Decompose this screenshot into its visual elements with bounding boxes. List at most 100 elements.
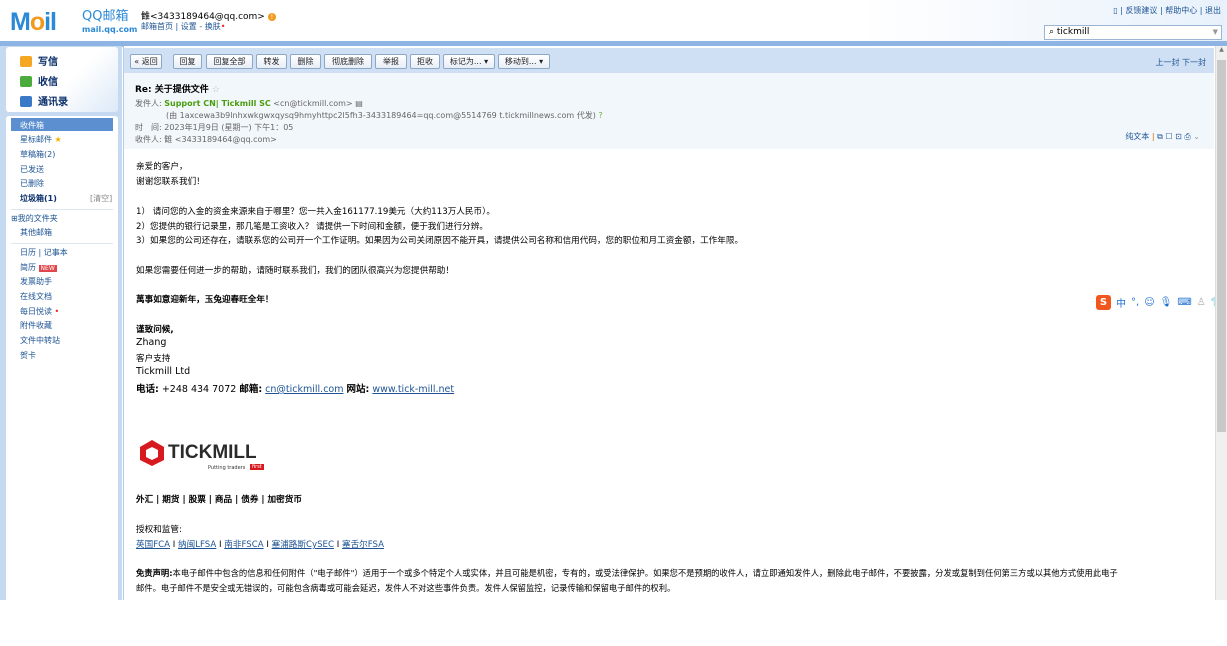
signature-contacts: 电话: +248 434 7072 邮箱: cn@tickmill.com 网站… xyxy=(136,384,455,395)
folder-list: 收件箱 星标邮件 ★ 草稿箱(2) 已发送 已删除 垃圾箱(1) [清空] ⊞我… xyxy=(6,116,118,646)
folder-sent[interactable]: 已发送 xyxy=(20,164,44,175)
more-icon[interactable]: ⌄ xyxy=(1193,132,1200,141)
app-daily-read[interactable]: 每日悦读 • xyxy=(20,306,59,317)
website-link[interactable]: www.tick-mill.net xyxy=(372,384,454,395)
mail-nav: 上一封 下一封 xyxy=(1155,57,1206,68)
notes-link[interactable]: 记事本 xyxy=(44,248,68,257)
signature-role: 客户支持 xyxy=(136,354,171,364)
logout-link[interactable]: 退出 xyxy=(1205,6,1221,15)
app-file-transfer[interactable]: 文件中转站 xyxy=(20,335,60,346)
folder-starred[interactable]: 星标邮件 ★ xyxy=(20,134,62,145)
folder-spam[interactable]: 垃圾箱(1) xyxy=(20,193,57,204)
move-to-dropdown[interactable]: 移动到... ▾ xyxy=(498,54,550,69)
chevron-down-icon[interactable]: ▼ xyxy=(1213,28,1218,36)
regulator-link[interactable]: 南非FSCA xyxy=(224,540,263,550)
contact-card-icon[interactable]: ▤ xyxy=(355,99,363,108)
folder-inbox[interactable]: 收件箱 xyxy=(11,118,113,131)
new-badge: NEW xyxy=(38,265,57,272)
disclaimer-line: 免责声明:本电子邮件中包含的信息和任何附件（"电子邮件"）适用于一个或多个特定个… xyxy=(136,568,1118,578)
mail-home-link[interactable]: 邮箱首页 xyxy=(141,22,173,31)
body-line: 2）您提供的银行记录里，那几笔是工资收入？ 请提供一下时间和金额，便于我们进行分… xyxy=(136,222,488,232)
forward-button[interactable]: 转发 xyxy=(256,54,287,69)
fullscreen-icon[interactable]: ☐ xyxy=(1165,132,1172,141)
app-invoice[interactable]: 发票助手 xyxy=(20,276,52,287)
app-cards[interactable]: 贺卡 xyxy=(20,350,36,361)
sogou-logo-icon[interactable]: S xyxy=(1096,295,1111,310)
report-button[interactable]: 举报 xyxy=(375,54,407,69)
ime-toolbar[interactable]: S 中 °, ☺ 🎙 ⌨ ♙ 👕 ▦ xyxy=(1096,294,1227,311)
top-header: Moil QQ邮箱 mail.qq.com 雔<3433189464@qq.com… xyxy=(0,0,1227,42)
sender-line: 发件人: Support CN| Tickmill SC <cn@tickmil… xyxy=(135,99,363,108)
new-window-icon[interactable]: ⧉ xyxy=(1157,132,1163,141)
mail-header: Re: 关于提供文件 ☆ 发件人: Support CN| Tickmill S… xyxy=(124,73,1214,149)
folder-drafts[interactable]: 草稿箱(2) xyxy=(20,149,55,160)
header-tools: 纯文本 | ⧉ ☐ ⊡ ⎙ ⌄ xyxy=(1125,132,1200,141)
scroll-up-icon[interactable]: ▲ xyxy=(1216,46,1227,53)
scrollbar-thumb[interactable] xyxy=(1217,60,1226,432)
contacts-button[interactable]: 通讯录 xyxy=(20,93,68,108)
compose-button[interactable]: 写信 xyxy=(20,53,58,68)
help-icon[interactable]: ? xyxy=(598,111,602,120)
mark-as-dropdown[interactable]: 标记为... ▾ xyxy=(443,54,495,69)
body-line: 如果您需要任何进一步的帮助，请随时联系我们，我们的团队很高兴为您提供帮助！ xyxy=(136,266,454,276)
regulator-links: 英国FCA I 纳闽LFSA I 南非FSCA I 塞浦路斯CySEC I 塞舌… xyxy=(136,540,385,550)
search-input[interactable]: ⌕ tickmill ▼ xyxy=(1044,25,1222,40)
calendar-link[interactable]: 日历 xyxy=(20,248,36,257)
reply-button[interactable]: 回复 xyxy=(173,54,202,69)
help-link[interactable]: 帮助中心 xyxy=(1165,6,1197,15)
punctuation-toggle[interactable]: °, xyxy=(1131,297,1139,308)
warning-icon[interactable]: ! xyxy=(267,13,276,21)
tickmill-hexagon-icon xyxy=(140,440,164,466)
body-line: 亲爱的客户， xyxy=(136,162,188,172)
toolbox-icon[interactable]: ♙ xyxy=(1197,297,1206,308)
plain-text-link[interactable]: 纯文本 xyxy=(1125,132,1149,141)
qq-mail-logo[interactable]: Moil xyxy=(10,8,57,37)
microphone-icon[interactable]: 🎙 xyxy=(1160,297,1173,308)
regulator-link[interactable]: 塞舌尔FSA xyxy=(342,540,384,550)
feedback-link[interactable]: 反馈建议 xyxy=(1125,6,1157,15)
other-mailboxes[interactable]: 其他邮箱 xyxy=(20,227,52,238)
my-folders[interactable]: ⊞我的文件夹 xyxy=(11,213,58,224)
receive-button[interactable]: 收信 xyxy=(20,73,58,88)
language-toggle[interactable]: 中 xyxy=(1116,295,1126,310)
sender-name[interactable]: Support CN| Tickmill SC xyxy=(164,99,270,108)
disclaimer-line: 邮件。电子邮件不是安全或无错误的，可能包含病毒或可能会延迟，发件人不对这些事件负… xyxy=(136,583,676,593)
clear-spam-link[interactable]: [清空] xyxy=(90,193,112,204)
next-mail-link[interactable]: 下一封 xyxy=(1182,58,1206,67)
star-icon[interactable]: ☆ xyxy=(212,85,220,95)
app-resume[interactable]: 简历 NEW xyxy=(20,262,57,273)
app-attachments[interactable]: 附件收藏 xyxy=(20,320,52,331)
share-icon[interactable]: ⊡ xyxy=(1175,132,1182,141)
mail-subject: Re: 关于提供文件 ☆ xyxy=(135,85,220,95)
reply-all-button[interactable]: 回复全部 xyxy=(206,54,253,69)
settings-link[interactable]: 设置 xyxy=(181,22,197,31)
body-line: 萬事如意迎新年，玉兔迎春旺全年！ xyxy=(136,295,274,305)
skin-link[interactable]: 换肤 xyxy=(205,22,221,31)
expand-icon[interactable]: ⊞ xyxy=(11,214,18,223)
mail-reader: « 返回 回复 回复全部 转发 删除 彻底删除 举报 拒收 标记为... ▾ 移… xyxy=(123,46,1215,600)
keyboard-icon[interactable]: ⌨ xyxy=(1177,297,1191,308)
folder-deleted[interactable]: 已删除 xyxy=(20,178,44,189)
regulator-link[interactable]: 纳闽LFSA xyxy=(178,540,216,550)
divider xyxy=(11,243,113,244)
app-docs[interactable]: 在线文档 xyxy=(20,291,52,302)
star-icon: ★ xyxy=(54,135,62,144)
scrollbar[interactable]: ▲ xyxy=(1215,46,1227,600)
emoji-icon[interactable]: ☺ xyxy=(1144,297,1154,308)
tickmill-logo: TICKMILL Putting traders first xyxy=(138,439,273,479)
time-line: 时 间: 2023年1月9日 (星期一) 下午1：05 xyxy=(135,123,294,132)
sidebar: 写信 收信 通讯录 收件箱 星标邮件 ★ 草稿箱(2) 已发送 已删除 垃圾箱(… xyxy=(0,46,122,646)
delete-permanently-button[interactable]: 彻底删除 xyxy=(324,54,372,69)
print-icon[interactable]: ⎙ xyxy=(1184,132,1190,141)
sent-via: (由 1axcewa3b9lnhxwkgwxqysq9hmyhttpc2l5fh… xyxy=(166,111,603,120)
prev-mail-link[interactable]: 上一封 xyxy=(1155,58,1179,67)
quick-actions: 写信 收信 通讯录 xyxy=(6,47,118,112)
reject-button[interactable]: 拒收 xyxy=(410,54,440,69)
back-button[interactable]: « 返回 xyxy=(130,54,162,69)
regulator-link[interactable]: 塞浦路斯CySEC xyxy=(272,540,334,550)
email-link[interactable]: cn@tickmill.com xyxy=(265,384,343,395)
mobile-icon[interactable]: ▯ xyxy=(1113,6,1117,15)
regulator-link[interactable]: 英国FCA xyxy=(136,540,170,550)
delete-button[interactable]: 删除 xyxy=(290,54,321,69)
signature-company: Tickmill Ltd xyxy=(136,366,191,377)
